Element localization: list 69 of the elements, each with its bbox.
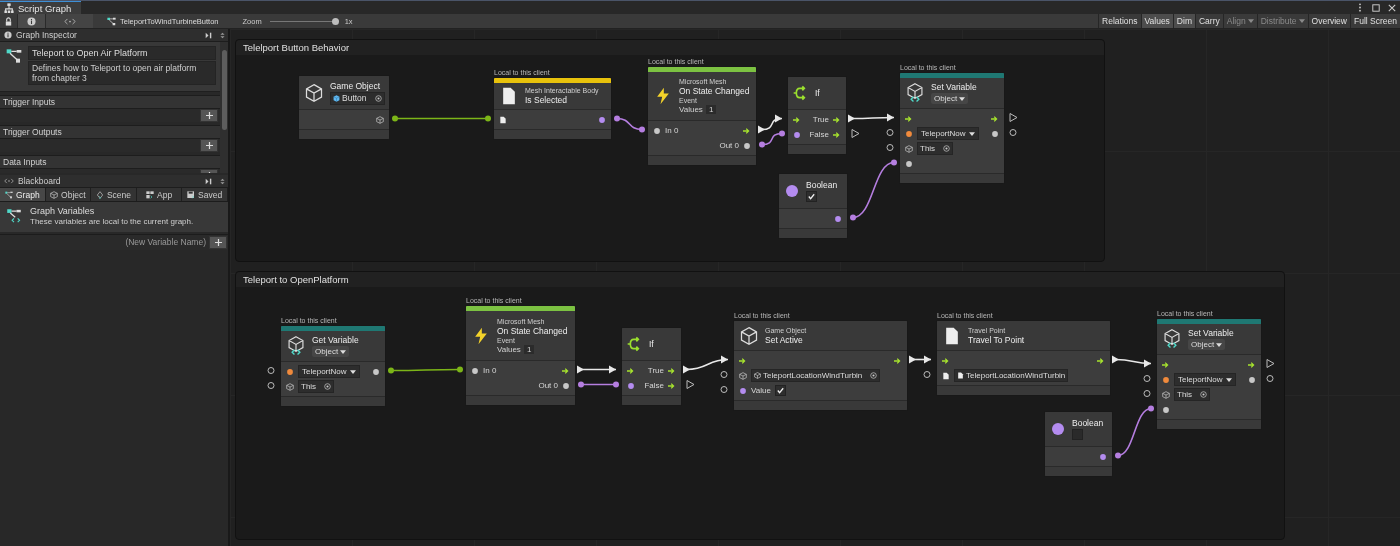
toolbar-button[interactable]: Relations: [1098, 14, 1141, 28]
type-dropdown[interactable]: Object: [931, 93, 969, 104]
values-label: Values: [497, 344, 521, 354]
variable-dropdown[interactable]: TeleportNow: [917, 127, 980, 140]
section-header: Trigger Outputs: [0, 125, 220, 139]
graph-variables-title: Graph Variables: [30, 206, 96, 216]
type-dropdown[interactable]: Object: [312, 346, 350, 357]
variable-dropdown[interactable]: TeleportNow: [298, 365, 361, 378]
graph-description-field[interactable]: Defines how to Teleport to open air platform from chapter 3: [28, 61, 216, 85]
object-field[interactable]: This: [298, 380, 335, 393]
blackboard-tab[interactable]: Graph: [0, 188, 46, 201]
port-label: In 0: [665, 126, 679, 135]
blackboard-tab[interactable]: Object: [45, 188, 92, 201]
port-label: Out 0: [719, 141, 739, 150]
port-label: True: [647, 366, 664, 375]
node-title: Set Variable: [931, 82, 977, 92]
node-title: Is Selected: [525, 95, 568, 105]
toolbar-button[interactable]: Values: [1140, 14, 1173, 28]
graph-node[interactable]: Boolean: [778, 173, 848, 239]
port-label: In 0: [483, 366, 497, 375]
graph-node[interactable]: Set Variable Object TeleportNow This: [899, 72, 1005, 184]
node-title: On State Changed: [679, 86, 750, 96]
graph-title-field[interactable]: Teleport to Open Air Platform: [28, 46, 216, 60]
graph-node[interactable]: If True False: [621, 327, 682, 406]
values-label: Values: [679, 105, 703, 114]
node-title: Boolean: [1072, 418, 1104, 428]
blackboard-tab[interactable]: App: [136, 188, 183, 201]
group-title: Telelport Button Behavior: [243, 42, 350, 53]
type-dropdown[interactable]: Object: [1188, 339, 1226, 350]
section-header: Trigger Inputs: [0, 95, 220, 109]
node-title: Game Object: [330, 80, 381, 91]
node-title: Set Variable: [1188, 328, 1234, 338]
object-field[interactable]: This: [917, 142, 954, 155]
values-count-field[interactable]: 1: [705, 105, 717, 114]
toolbar-button[interactable]: Dim: [1172, 14, 1195, 28]
blackboard-tab[interactable]: Saved: [182, 188, 228, 201]
node-title: If: [649, 339, 654, 349]
panel-title: Blackboard: [18, 176, 61, 186]
script-graph-tab[interactable]: Script Graph: [0, 1, 82, 14]
graph-node[interactable]: Set Variable Object TeleportNow This: [1156, 318, 1262, 430]
section-header: Data Inputs: [0, 155, 220, 169]
graph-node[interactable]: If True False: [787, 76, 847, 155]
variable-dropdown[interactable]: TeleportNow: [1174, 373, 1237, 386]
port-label: True: [812, 115, 829, 124]
graph-variables-description: These variables are local to the current graph.: [30, 217, 194, 226]
toolbar-button[interactable]: Full Screen: [1350, 14, 1400, 28]
port-label: False: [809, 130, 829, 139]
object-field[interactable]: This: [1174, 388, 1211, 401]
values-count-field[interactable]: 1: [523, 344, 535, 354]
node-title: Boolean: [806, 180, 838, 190]
graph-node[interactable]: Get Variable Object TeleportNow This: [280, 325, 386, 407]
group-title: Teleport to OpenPlatform: [243, 274, 349, 285]
node-title: Travel To Point: [968, 334, 1025, 345]
graph-node[interactable]: Game Object Button: [298, 75, 390, 140]
object-field[interactable]: TeleportLocationWindTurbin: [954, 369, 1069, 382]
node-title: Set Active: [765, 334, 803, 345]
object-field[interactable]: TeleportLocationWindTurbin: [751, 369, 881, 382]
toolbar-button[interactable]: Overview: [1307, 14, 1350, 28]
node-title: Get Variable: [312, 335, 359, 345]
port-label: False: [644, 381, 664, 390]
panel-title: Graph Inspector: [16, 30, 77, 40]
graph-node[interactable]: Boolean: [1044, 411, 1113, 477]
node-title: If: [815, 88, 820, 98]
toolbar-button[interactable]: Carry: [1194, 14, 1223, 28]
port-label: Out 0: [538, 381, 558, 390]
object-field[interactable]: Button: [330, 91, 385, 105]
port-label: Value: [751, 386, 771, 395]
blackboard-tab[interactable]: Scene: [91, 188, 137, 201]
node-title: On State Changed: [497, 325, 568, 336]
